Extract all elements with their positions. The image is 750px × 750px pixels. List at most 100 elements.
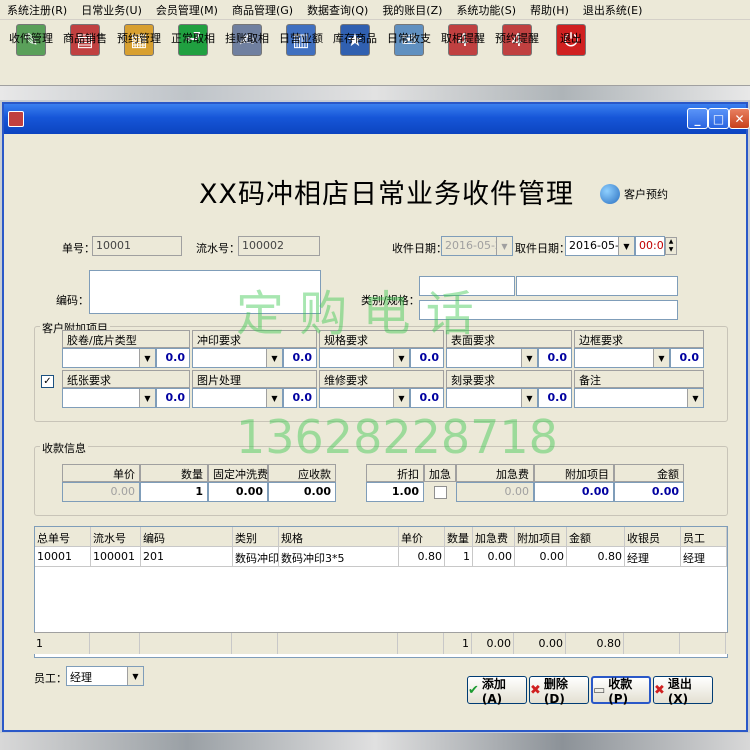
payment-value[interactable]: 0.00 xyxy=(268,482,336,502)
main-window: _ □ ✕ XX码冲相店日常业务收件管理 客户预约 单号： 10001 流水号：… xyxy=(2,102,750,732)
single-no-field[interactable]: 10001 xyxy=(92,236,182,256)
toolbar-button[interactable]: ✎ 收件管理 xyxy=(4,20,58,84)
pay-button[interactable]: ▭ 收款(P) xyxy=(591,676,651,706)
addon-checkbox[interactable]: ✓ xyxy=(41,375,54,388)
addon-select[interactable]: ▼ xyxy=(319,348,410,368)
spec-input[interactable] xyxy=(419,300,678,320)
dropdown-arrow-icon[interactable]: ▼ xyxy=(496,237,512,255)
toolbar-button[interactable]: ▥ 日营业额 xyxy=(274,20,328,84)
dropdown-arrow-icon[interactable]: ▼ xyxy=(127,667,143,685)
menu-item[interactable]: 会员管理(M) xyxy=(149,2,225,18)
toolbar-button[interactable]: 4 预约提醒 xyxy=(490,20,544,84)
addon-price[interactable]: 0.0 xyxy=(410,348,444,368)
menu-item[interactable]: 帮助(H) xyxy=(523,2,576,18)
addon-select[interactable]: ▼ xyxy=(574,348,670,368)
category-input[interactable] xyxy=(419,276,515,296)
category-input-2[interactable] xyxy=(516,276,678,296)
menu-item[interactable]: 我的账目(Z) xyxy=(375,2,449,18)
grid-cell: 0.00 xyxy=(515,547,567,567)
close-button[interactable]: ✕ xyxy=(729,108,750,129)
dropdown-arrow-icon[interactable]: ▼ xyxy=(266,349,282,367)
toolbar-button[interactable]: ▦ 预约管理 xyxy=(112,20,166,84)
exit-button[interactable]: ✖ 退出(X) xyxy=(653,676,713,706)
addon-select[interactable]: ▼ xyxy=(574,388,704,408)
toolbar-button[interactable]: ✍ 挂账取相 xyxy=(220,20,274,84)
time-spinner[interactable]: ▲ ▼ xyxy=(665,237,677,255)
payment-value[interactable]: 0.00 xyxy=(456,482,534,502)
grid-cell: 10001 xyxy=(35,547,91,567)
toolbar-button[interactable]: ⮐ 正常取相 xyxy=(166,20,220,84)
addon-select[interactable]: ▼ xyxy=(192,388,283,408)
code-input[interactable] xyxy=(89,270,321,314)
payment-value[interactable]: 0.00 xyxy=(534,482,614,502)
footer-cell xyxy=(232,633,278,654)
pickup-time-field[interactable]: 00:00 xyxy=(635,236,665,256)
staff-label: 员工： xyxy=(34,672,67,685)
addon-price[interactable]: 0.0 xyxy=(670,348,704,368)
addon-price[interactable]: 0.0 xyxy=(156,348,190,368)
addon-header: 边框要求 xyxy=(574,330,704,348)
menu-item[interactable]: 系统功能(S) xyxy=(449,2,523,18)
menu-item[interactable]: 数据查询(Q) xyxy=(300,2,375,18)
payment-value[interactable]: 1 xyxy=(140,482,208,502)
table-row[interactable]: 10001 100001 201 数码冲印 数码冲印3*5 0.80 1 0.00 0.00 0.… xyxy=(35,547,727,567)
grid-cell: 1 xyxy=(445,547,473,567)
pickup-date-field[interactable]: 2016-05-22 ▼ xyxy=(565,236,635,256)
dropdown-arrow-icon[interactable]: ▼ xyxy=(521,389,537,407)
addon-price[interactable]: 0.0 xyxy=(538,388,572,408)
check-icon: ✔ xyxy=(468,682,479,698)
payment-value[interactable]: 1.00 xyxy=(366,482,424,502)
payment-value[interactable]: 0.00 xyxy=(62,482,140,502)
toolbar-button[interactable]: ⏻ 退出 xyxy=(544,20,598,84)
addon-select[interactable]: ▼ xyxy=(319,388,410,408)
dropdown-arrow-icon[interactable]: ▼ xyxy=(266,389,282,407)
grid-cell: 员工 xyxy=(681,527,727,547)
add-label: 添加(A) xyxy=(481,676,506,706)
serial-field[interactable]: 100002 xyxy=(238,236,320,256)
payment-header: 加急费 xyxy=(456,464,534,482)
background-strip-bottom xyxy=(0,733,750,750)
addon-select[interactable]: ▼ xyxy=(62,348,156,368)
minimize-button[interactable]: _ xyxy=(687,108,708,129)
addon-price[interactable]: 0.0 xyxy=(410,388,444,408)
toolbar-button[interactable]: 4 取相提醒 xyxy=(436,20,490,84)
toolbar-button[interactable]: ★ 库存商品 xyxy=(328,20,382,84)
addon-select[interactable]: ▼ xyxy=(446,348,538,368)
dropdown-arrow-icon[interactable]: ▼ xyxy=(521,349,537,367)
dropdown-arrow-icon[interactable]: ▼ xyxy=(139,349,155,367)
dropdown-arrow-icon[interactable]: ▼ xyxy=(139,389,155,407)
dropdown-arrow-icon[interactable]: ▼ xyxy=(393,349,409,367)
addon-price[interactable]: 0.0 xyxy=(156,388,190,408)
grid-cell: 加急费 xyxy=(473,527,515,547)
add-button[interactable]: ✔ 添加(A) xyxy=(467,676,527,706)
addon-select[interactable]: ▼ xyxy=(446,388,538,408)
page-title: XX码冲相店日常业务收件管理 xyxy=(199,179,574,210)
toolbar-label: 正常取相 xyxy=(171,32,215,45)
payment-value[interactable]: 0.00 xyxy=(208,482,268,502)
dropdown-arrow-icon[interactable]: ▼ xyxy=(393,389,409,407)
addon-select[interactable]: ▼ xyxy=(192,348,283,368)
payment-header: 单价 xyxy=(62,464,140,482)
menu-item[interactable]: 系统注册(R) xyxy=(0,2,74,18)
toolbar-button[interactable]: ▤ 商品销售 xyxy=(58,20,112,84)
customer-booking-button[interactable]: 客户预约 xyxy=(600,184,668,204)
dropdown-arrow-icon[interactable]: ▼ xyxy=(687,389,703,407)
addon-select[interactable]: ▼ xyxy=(62,388,156,408)
receive-date-field[interactable]: 2016-05-20 ▼ xyxy=(441,236,513,256)
delete-label: 删除(D) xyxy=(543,676,568,706)
toolbar-button[interactable]: ✉ 日常收支 xyxy=(382,20,436,84)
toolbar-label: 预约提醒 xyxy=(495,32,539,45)
addon-price[interactable]: 0.0 xyxy=(283,388,317,408)
addon-price[interactable]: 0.0 xyxy=(538,348,572,368)
staff-select[interactable]: 经理 ▼ xyxy=(66,666,144,686)
menu-item[interactable]: 日常业务(U) xyxy=(74,2,149,18)
dropdown-arrow-icon[interactable]: ▼ xyxy=(653,349,669,367)
maximize-button[interactable]: □ xyxy=(708,108,729,129)
dropdown-arrow-icon[interactable]: ▼ xyxy=(618,237,634,255)
menu-item[interactable]: 退出系统(E) xyxy=(576,2,650,18)
addon-price[interactable]: 0.0 xyxy=(283,348,317,368)
delete-button[interactable]: ✖ 删除(D) xyxy=(529,676,589,706)
menu-item[interactable]: 商品管理(G) xyxy=(225,2,300,18)
urgent-checkbox[interactable] xyxy=(434,486,447,499)
payment-value[interactable]: 0.00 xyxy=(614,482,684,502)
